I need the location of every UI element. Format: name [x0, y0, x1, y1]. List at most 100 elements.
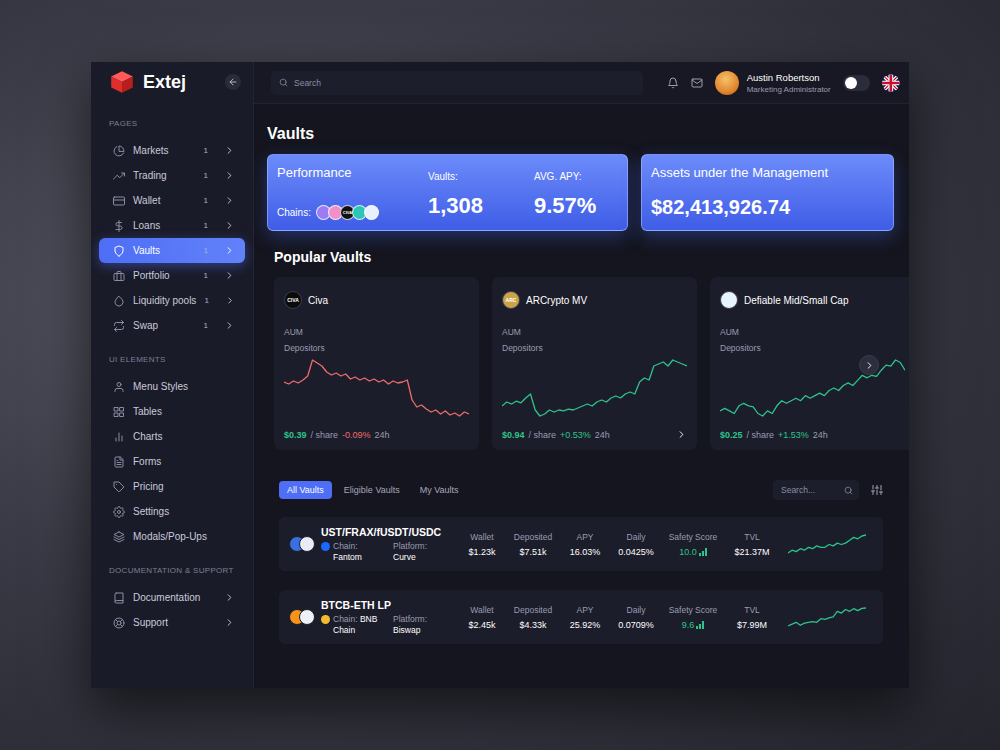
section-title: Popular Vaults	[274, 247, 909, 267]
table-cell: Daily0.0709%	[611, 604, 661, 631]
sidebar-item[interactable]: Trading1	[99, 163, 245, 188]
vault-card[interactable]: Defiable Mid/Small CapAUMDepositors$0.25…	[710, 277, 909, 450]
chart-line	[502, 360, 687, 416]
sidebar-item-label: Documentation	[133, 592, 216, 603]
vault-card[interactable]: ARCARCrypto MVAUMDepositors$0.94/ share+…	[492, 277, 697, 450]
user-name: Austin Robertson	[747, 72, 831, 83]
vault-logo: CIVA	[284, 291, 302, 309]
aum-label: AUM	[502, 324, 687, 340]
sidebar-item[interactable]: Support	[99, 610, 245, 635]
chevron-right-icon	[224, 145, 235, 156]
stat-label: AVG. APY:	[534, 171, 617, 183]
stat: AVG. APY: 9.57%	[534, 165, 617, 220]
tab[interactable]: Eligible Vaults	[336, 481, 408, 499]
count-badge: 1	[204, 221, 208, 230]
depositors-label: Depositors	[502, 340, 687, 356]
price-change: +0.53%	[560, 430, 591, 440]
page-title: Vaults	[267, 124, 894, 144]
sidebar-item[interactable]: Charts	[99, 424, 245, 449]
filter-button[interactable]	[871, 484, 883, 496]
chevron-right-icon	[224, 617, 235, 628]
open-vault-button[interactable]	[676, 429, 687, 440]
tvl-sparkline	[788, 606, 866, 628]
aum-label: AUM	[720, 324, 905, 340]
search-placeholder: Search...	[781, 485, 815, 495]
user-icon	[113, 381, 125, 393]
chevron-right-icon	[225, 295, 235, 306]
chevron-right-icon	[864, 360, 875, 371]
tab[interactable]: My Vaults	[412, 481, 467, 499]
sidebar-item[interactable]: Wallet1	[99, 188, 245, 213]
sidebar-item[interactable]: Menu Styles	[99, 374, 245, 399]
sidebar-item[interactable]: Portfolio1	[99, 263, 245, 288]
sidebar-item[interactable]: Documentation	[99, 585, 245, 610]
token-icons	[289, 609, 315, 625]
sidebar-item[interactable]: Liquidity pools1	[99, 288, 245, 313]
signal-bars-icon	[699, 548, 707, 556]
notifications-button[interactable]	[667, 77, 679, 89]
sidebar-item[interactable]: Tables	[99, 399, 245, 424]
tag-icon	[113, 481, 125, 493]
sidebar-item[interactable]: Modals/Pop-Ups	[99, 524, 245, 549]
collapse-button[interactable]	[225, 74, 241, 90]
sidebar-item[interactable]: Loans1	[99, 213, 245, 238]
sidebar-item[interactable]: Swap1	[99, 313, 245, 338]
price-chart	[284, 358, 469, 418]
column-label: Safety Score	[669, 531, 718, 543]
sidebar-item[interactable]: Forms	[99, 449, 245, 474]
messages-button[interactable]	[691, 77, 703, 89]
vault-logo: ARC	[502, 291, 520, 309]
sidebar-item[interactable]: Settings	[99, 499, 245, 524]
aum-card: Assets under the Management$82,413,926.7…	[641, 154, 894, 231]
count-badge: 1	[204, 146, 208, 155]
column-label: Deposited	[514, 531, 552, 543]
sidebar: ExtejPAGESMarkets1Trading1Wallet1Loans1V…	[91, 62, 254, 688]
cell-value: 25.92%	[570, 619, 601, 631]
table-icon	[113, 406, 125, 418]
vault-price-row: $0.94/ share+0.53%24h	[502, 429, 687, 440]
avatar	[715, 71, 739, 95]
gear-icon	[113, 506, 125, 518]
main: Search Austin RobertsonMarketing Administ…	[254, 62, 909, 688]
chains: Chains:CIVA	[277, 205, 428, 220]
chart-line	[788, 608, 866, 626]
token-icon	[299, 536, 315, 552]
sidebar-item[interactable]: Pricing	[99, 474, 245, 499]
search-field[interactable]: Search	[271, 71, 643, 95]
vault-pair: BTCB-ETH LP	[321, 599, 427, 611]
user-menu[interactable]: Austin RobertsonMarketing Administrator	[715, 71, 831, 95]
column-label: TVL	[744, 531, 760, 543]
vault-search-field[interactable]: Search...	[773, 480, 859, 500]
table-row[interactable]: BTCB-ETH LPChain: BNB ChainPlatform:Bisw…	[279, 590, 883, 644]
brand-name: Extej	[143, 72, 217, 93]
count-badge: 1	[204, 196, 208, 205]
vault-pair: UST/FRAX/fUSDT/USDC	[321, 526, 441, 538]
price-unit: / share	[747, 430, 775, 440]
uk-flag-icon[interactable]	[882, 74, 900, 92]
theme-toggle[interactable]	[843, 75, 871, 91]
column-label: Safety Score	[669, 604, 718, 616]
table-row[interactable]: UST/FRAX/fUSDT/USDCChain: FantomPlatform…	[279, 517, 883, 571]
chevron-right-icon	[224, 220, 235, 231]
table-cell: TVL$7.99M	[725, 604, 779, 631]
vault-price-row: $0.39/ share-0.09%24h	[284, 430, 469, 440]
form-icon	[113, 456, 125, 468]
depositors-label: Depositors	[284, 340, 469, 356]
dashboard-window: ExtejPAGESMarkets1Trading1Wallet1Loans1V…	[91, 62, 909, 688]
sidebar-item[interactable]: Vaults1	[99, 238, 245, 263]
vault-toolbar: All VaultsEligible VaultsMy Vaults Search…	[279, 480, 883, 500]
sidebar-item[interactable]: Markets1	[99, 138, 245, 163]
trend-icon	[113, 170, 125, 182]
price: $0.94	[502, 430, 525, 440]
cell-value: 0.0709%	[618, 619, 654, 631]
sidebar-item-label: Portfolio	[133, 270, 196, 281]
period: 24h	[595, 430, 610, 440]
period: 24h	[813, 430, 828, 440]
vault-card[interactable]: CIVACivaAUMDepositors$0.39/ share-0.09%2…	[274, 277, 479, 450]
cell-value: $21.37M	[734, 546, 769, 558]
chart-line	[788, 535, 866, 553]
carousel-next-button[interactable]	[859, 355, 879, 375]
tab[interactable]: All Vaults	[279, 481, 332, 499]
stat-value: 9.57%	[534, 193, 617, 219]
section-label: UI ELEMENTS	[91, 354, 253, 366]
